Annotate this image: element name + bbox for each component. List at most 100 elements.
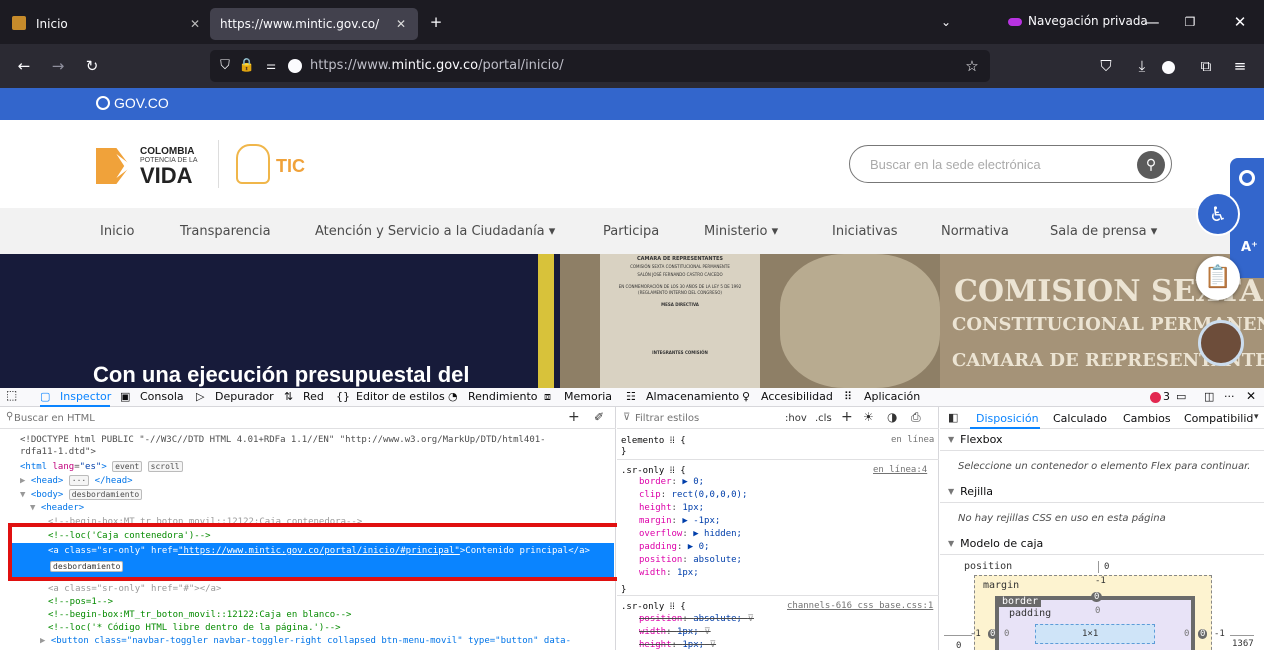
doctype-line-2[interactable]: rdfa11-1.dtd"> [20,447,96,457]
head-node[interactable]: ▶ <head> ··· </head> [20,475,133,486]
rule-source[interactable]: channels-616_css_base.css:1 [787,601,933,611]
tab-rendimiento[interactable]: Rendimiento [468,390,537,403]
border-value[interactable]: 0 [1091,592,1103,602]
forward-icon[interactable]: → [48,56,68,76]
tab-list-icon[interactable]: ⌄ [936,12,956,32]
sr-only-selector[interactable]: .sr-only ⁞⁞ { [621,465,686,476]
tab-aplicacion[interactable]: Aplicación [864,390,920,403]
close-icon[interactable]: ✕ [190,17,200,31]
menu-icon[interactable]: ≡ [1230,56,1250,76]
tab-cambios[interactable]: Cambios [1123,412,1171,425]
extensions-puzzle-icon[interactable]: ⧉ [1196,56,1216,76]
back-icon[interactable]: ← [14,56,34,76]
more-icon[interactable]: ··· [1224,390,1235,403]
doctype-line[interactable]: <!DOCTYPE html PUBLIC "-//W3C//DTD HTML … [20,435,546,445]
tab-inspector[interactable]: ▢ Inspector [40,388,111,407]
print-icon[interactable]: ⎙ [911,410,921,425]
grid-section[interactable]: ▼ Rejilla [940,481,1264,503]
tab-compatibilidad[interactable]: Compatibilid [1184,412,1254,425]
css-property[interactable]: border: ▶ 0; [639,477,704,487]
cls-toggle[interactable]: .cls [815,413,832,424]
tab-mintic[interactable]: https://www.mintic.gov.co/portal/i ✕ [210,8,418,40]
tab-accesibilidad[interactable]: Accesibilidad [761,390,833,403]
box-model-section[interactable]: ▼ Modelo de caja [940,533,1264,555]
download-icon[interactable]: ⤓ [1132,56,1152,76]
content-size[interactable]: 1×1 [1082,629,1098,639]
comment-node[interactable]: <!--loc('* Código HTML libre dentro de l… [48,623,341,633]
css-property[interactable]: overflow: ▶ hidden; [639,529,742,539]
sidebar-toggle-icon[interactable]: ◧ [948,411,958,424]
nav-ministerio[interactable]: Ministerio ▾ [704,224,778,239]
url-text[interactable]: https://www.mintic.gov.co/portal/inicio/ [310,58,564,73]
reload-icon[interactable]: ↻ [82,56,102,76]
margin-right-value[interactable]: -1 [1214,629,1225,639]
avatar[interactable] [1198,320,1244,366]
responsive-icon[interactable]: ▭ [1176,390,1186,403]
restore-icon[interactable]: ❐ [1180,12,1200,32]
sr-only-selector-2[interactable]: .sr-only ⁞⁞ { [621,601,686,612]
window-close-icon[interactable]: ✕ [1230,12,1250,32]
flexbox-section[interactable]: ▼ Flexbox [940,429,1264,451]
header-node[interactable]: ▼ <header> [30,503,84,513]
accessibility-user-icon[interactable]: ♿ [1196,192,1240,236]
filter-styles-input[interactable]: Filtrar estilos [635,413,699,424]
tab-red[interactable]: Red [303,390,324,403]
css-property[interactable]: width: 1px; [639,568,699,578]
event-badge[interactable]: event [112,461,143,472]
tab-disposicion[interactable]: Disposición [970,407,1040,429]
overridden-property[interactable]: width: 1px; ⊽ [639,627,711,637]
nav-iniciativas[interactable]: Iniciativas [832,224,898,239]
add-node-icon[interactable]: + [568,409,580,425]
overridden-property[interactable]: position: absolute; ⊽ [639,614,754,624]
font-size-icon[interactable]: A⁺ [1241,240,1258,255]
position-value[interactable]: 0 [1104,562,1109,572]
url-bar[interactable]: ⛉ 🔒 ⚌ https://www.mintic.gov.co/portal/i… [210,50,990,82]
nav-inicio[interactable]: Inicio [100,224,134,239]
css-property[interactable]: height: 1px; [639,503,704,513]
permissions-icon[interactable]: ⚌ [262,56,280,76]
left-offset-value[interactable]: 0 [956,641,961,650]
extension-icon[interactable] [1162,61,1175,74]
css-property[interactable]: position: absolute; [639,555,742,565]
html-line[interactable]: <a class="sr-only" href="#"></a> [48,584,221,594]
contrast-icon[interactable] [1239,170,1255,186]
comment-node[interactable]: <!--begin-box:MT_tr_boton_movil::12122:C… [48,610,351,620]
element-picker-icon[interactable]: ⬚ [6,388,17,402]
hov-toggle[interactable]: :hov [785,413,807,424]
site-search-input[interactable]: Buscar en la sede electrónica ⚲ [849,145,1172,183]
tab-almacenamiento[interactable]: Almacenamiento [646,390,739,403]
tab-consola[interactable]: Consola [140,390,184,403]
tab-memoria[interactable]: Memoria [564,390,612,403]
devtools-close-icon[interactable]: ✕ [1246,389,1256,403]
bookmark-star-icon[interactable]: ☆ [962,56,982,76]
eyedropper-icon[interactable]: ✐ [594,410,604,424]
rule-source[interactable]: en línea:4 [873,465,927,475]
overridden-property[interactable]: height: 1px; ⊽ [639,640,716,650]
gov-label[interactable]: GOV.CO [114,95,169,111]
new-tab-icon[interactable]: + [426,12,446,32]
tab-editor-estilos[interactable]: Editor de estilos [356,390,445,403]
nav-transparencia[interactable]: Transparencia [180,224,271,239]
add-rule-icon[interactable]: + [841,409,853,425]
nav-normativa[interactable]: Normativa [941,224,1009,239]
scroll-badge[interactable]: scroll [147,461,183,472]
padding-right-value[interactable]: 0 [1184,629,1189,639]
html-node[interactable]: <html lang="es"> event scroll [20,461,183,472]
lock-icon[interactable]: 🔒 [238,56,256,76]
nav-participa[interactable]: Participa [603,224,659,239]
html-search-input[interactable]: Buscar en HTML [14,413,95,424]
padding-left-value[interactable]: 0 [1004,629,1009,639]
shield-icon[interactable]: ⛉ [216,56,234,76]
padding-value[interactable]: 0 [1095,606,1100,616]
tab-depurador[interactable]: Depurador [215,390,274,403]
right-offset-value[interactable]: 1367 [1232,639,1254,649]
css-property[interactable]: clip: rect(0,0,0,0); [639,490,747,500]
dark-mode-icon[interactable]: ◑ [887,410,897,424]
comment-node[interactable]: <!--pos=1--> [48,597,113,607]
css-property[interactable]: padding: ▶ 0; [639,542,709,552]
close-icon[interactable]: ✕ [396,17,406,31]
margin-left-value[interactable]: -1 [970,629,981,639]
tab-inicio[interactable]: Inicio ✕ [4,8,206,40]
margin-value[interactable]: -1 [1095,576,1106,586]
body-node[interactable]: ▼ <body> desbordamiento [20,489,143,500]
